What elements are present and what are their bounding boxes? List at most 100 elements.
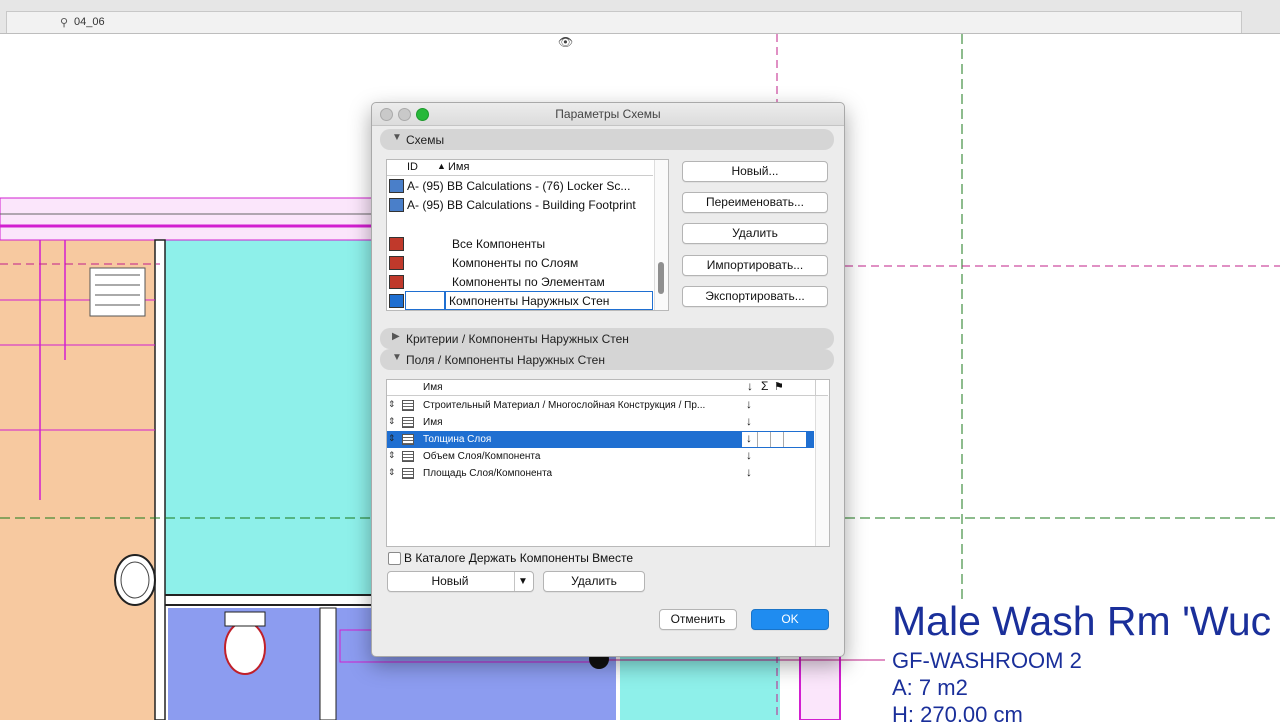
room-label[interactable]: Male Wash Rm 'Wuc GF-WASHROOM 2 A: 7 m2 …: [892, 598, 1271, 728]
scheme-row[interactable]: A- (95) BB Calculations - Building Footp…: [387, 195, 653, 214]
criteria-section-header[interactable]: ▶ Критерии / Компоненты Наружных Стен: [380, 328, 834, 349]
add-field-dropdown[interactable]: Новый ▼: [387, 571, 534, 592]
drag-handle-icon[interactable]: ⇕: [388, 433, 396, 444]
name-edit-field[interactable]: Компоненты Наружных Стен: [445, 291, 653, 310]
field-name: Имя: [423, 417, 443, 428]
scheme-icon: [389, 294, 404, 308]
disclosure-open-icon: ▼: [392, 352, 402, 363]
delete-scheme-button[interactable]: Удалить: [682, 223, 828, 244]
keep-together-label: В Каталоге Держать Компоненты Вместе: [404, 551, 633, 565]
dialog-title: Параметры Схемы: [555, 107, 661, 121]
schemes-list-header: ID ▲ Имя: [387, 160, 653, 176]
column-header-sort[interactable]: ↓: [747, 379, 753, 393]
sort-arrow-icon[interactable]: ↓: [746, 465, 752, 479]
eye-icon[interactable]: 👁: [558, 35, 573, 49]
column-header-name[interactable]: Имя: [448, 161, 469, 173]
view-tab-label: 04_06: [74, 16, 105, 28]
view-tab[interactable]: [6, 11, 1242, 33]
scheme-icon: [389, 179, 404, 193]
toilet-symbol: [224, 611, 266, 627]
room-title: Male Wash Rm 'Wuc: [892, 598, 1272, 644]
drag-handle-icon[interactable]: ⇕: [388, 416, 396, 427]
keep-together-checkbox-row[interactable]: В Каталоге Держать Компоненты Вместе: [388, 551, 688, 567]
room-details: GF-WASHROOM 2 A: 7 m2 H: 270.00 cm: [892, 647, 1271, 728]
schemes-section-label: Схемы: [406, 133, 445, 147]
scheme-icon: [389, 237, 404, 251]
field-row-options[interactable]: ↓: [742, 431, 806, 447]
new-scheme-button[interactable]: Новый...: [682, 161, 828, 182]
import-scheme-button[interactable]: Импортировать...: [682, 255, 828, 276]
scheme-row-selected[interactable]: Компоненты Наружных Стен: [387, 291, 653, 310]
field-icon: [402, 468, 414, 479]
schemes-list[interactable]: ID ▲ Имя A- (95) BB Calculations - (76) …: [386, 159, 669, 311]
column-divider: [783, 432, 784, 447]
field-name: Объем Слоя/Компонента: [423, 451, 541, 462]
scheme-icon: [389, 275, 404, 289]
sort-arrow-icon[interactable]: ↓: [746, 448, 752, 462]
scheme-row-label: Все Компоненты: [452, 237, 546, 251]
drag-handle-icon[interactable]: ⇕: [388, 450, 396, 461]
room-fill-cyan: [165, 240, 380, 595]
criteria-section-label: Критерии / Компоненты Наружных Стен: [406, 332, 629, 346]
field-row[interactable]: ⇕ Строительный Материал / Многослойная К…: [387, 397, 828, 414]
field-name: Строительный Материал / Многослойная Кон…: [423, 400, 706, 411]
add-field-label: Новый: [431, 574, 469, 588]
field-name: Толщина Слоя: [423, 434, 492, 445]
room-area: A: 7 m2: [892, 675, 968, 700]
column-header-id[interactable]: ID: [407, 161, 418, 173]
wall-vertical: [319, 607, 337, 720]
field-row[interactable]: ⇕ Имя ↓: [387, 414, 828, 431]
toilet-symbol: [224, 621, 266, 675]
scheme-row-label: Компоненты Наружных Стен: [449, 294, 610, 308]
cancel-button[interactable]: Отменить: [659, 609, 737, 630]
column-divider: [770, 432, 771, 447]
schemes-list-scrollbar[interactable]: [654, 160, 668, 310]
sort-arrow-icon[interactable]: ↓: [746, 414, 752, 428]
fields-section-header[interactable]: ▼ Поля / Компоненты Наружных Стен: [380, 349, 834, 370]
view-tab-bar: ⚲ 04_06: [0, 0, 1280, 34]
fields-table-scrollbar[interactable]: [815, 396, 829, 546]
scheme-icon: [389, 198, 404, 212]
scheme-row[interactable]: A- (95) BB Calculations - (76) Locker Sc…: [387, 176, 653, 195]
id-edit-field[interactable]: [405, 291, 445, 310]
scheme-settings-dialog: Параметры Схемы ▼ Схемы ID ▲ Имя A- (95)…: [371, 102, 845, 657]
dialog-titlebar[interactable]: Параметры Схемы: [372, 103, 844, 126]
keep-together-checkbox[interactable]: [388, 552, 401, 565]
field-row[interactable]: ⇕ Объем Слоя/Компонента ↓: [387, 448, 828, 465]
scheme-row-label: Компоненты по Элементам: [452, 275, 605, 289]
fields-table[interactable]: Имя ↓ Σ ⚑ ⇕ Строительный Материал / Мног…: [386, 379, 830, 547]
column-header-name[interactable]: Имя: [423, 382, 442, 393]
export-scheme-button[interactable]: Экспортировать...: [682, 286, 828, 307]
drag-handle-icon[interactable]: ⇕: [388, 467, 396, 478]
dropdown-divider: [514, 572, 515, 591]
disclosure-open-icon: ▼: [392, 132, 402, 143]
ok-button[interactable]: OK: [751, 609, 829, 630]
room-height: H: 270.00 cm: [892, 702, 1023, 727]
schemes-section-header[interactable]: ▼ Схемы: [380, 129, 834, 150]
field-name: Площадь Слоя/Компонента: [423, 468, 553, 479]
fields-section-label: Поля / Компоненты Наружных Стен: [406, 353, 605, 367]
sort-arrow-icon[interactable]: ↓: [746, 431, 752, 445]
field-row-selected[interactable]: ⇕ Толщина Слоя ↓: [387, 431, 814, 448]
column-header-flag[interactable]: ⚑: [774, 380, 784, 393]
column-header-sum[interactable]: Σ: [761, 379, 768, 393]
scheme-row[interactable]: Компоненты по Элементам: [387, 272, 653, 291]
sink-symbol: [120, 561, 150, 599]
wall-band: [0, 197, 381, 241]
field-icon: [402, 451, 414, 462]
rename-scheme-button[interactable]: Переименовать...: [682, 192, 828, 213]
scheme-row[interactable]: Компоненты по Слоям: [387, 253, 653, 272]
field-icon: [402, 400, 414, 411]
delete-field-button[interactable]: Удалить: [543, 571, 645, 592]
sort-arrow-icon[interactable]: ↓: [746, 397, 752, 411]
field-icon: [402, 434, 414, 445]
scheme-row-label: A- (95) BB Calculations - (76) Locker Sc…: [407, 179, 631, 193]
floor-plan-icon: ⚲: [60, 17, 69, 29]
field-icon: [402, 417, 414, 428]
drag-handle-icon[interactable]: ⇕: [388, 399, 396, 410]
column-divider: [757, 432, 758, 447]
scrollbar-thumb[interactable]: [658, 262, 664, 294]
scheme-row[interactable]: Все Компоненты: [387, 234, 653, 253]
field-row[interactable]: ⇕ Площадь Слоя/Компонента ↓: [387, 465, 828, 482]
sort-ascending-icon: ▲: [437, 161, 446, 171]
